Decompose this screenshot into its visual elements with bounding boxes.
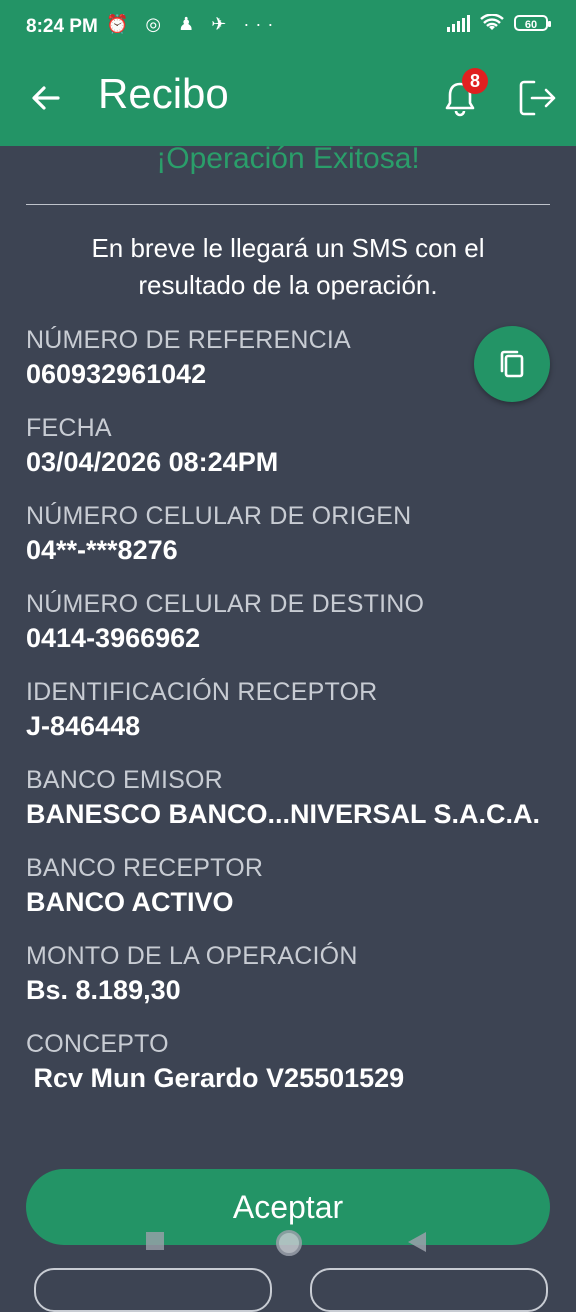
field-label: BANCO RECEPTOR (26, 854, 264, 882)
field-issuing-bank: BANCO EMISOR BANESCO BANCO...NIVERSAL S.… (26, 766, 556, 830)
back-icon[interactable] (26, 78, 66, 118)
field-value: 03/04/2026 08:24PM (26, 447, 279, 477)
recents-icon[interactable] (146, 1232, 164, 1250)
system-nav-bar (0, 1222, 576, 1262)
home-icon[interactable] (276, 1230, 302, 1256)
divider (26, 204, 550, 205)
field-label: NÚMERO CELULAR DE ORIGEN (26, 502, 412, 530)
field-destination-phone: NÚMERO CELULAR DE DESTINO 0414-3966962 (26, 590, 556, 654)
field-label: BANCO EMISOR (26, 766, 223, 794)
field-receiving-bank: BANCO RECEPTOR BANCO ACTIVO (26, 854, 556, 918)
sms-info-message: En breve le llegará un SMS con el result… (91, 233, 485, 300)
field-value: BANESCO BANCO...NIVERSAL S.A.C.A. (26, 799, 541, 829)
field-concept: CONCEPTO Rcv Mun Gerardo V25501529 (26, 1030, 556, 1094)
status-notification-icons: ⏰ ◎ ♟ ✈ ··· (106, 14, 280, 34)
bottom-option-left[interactable] (34, 1268, 272, 1312)
copy-button[interactable] (474, 326, 550, 402)
field-receiver-id: IDENTIFICACIÓN RECEPTOR J-846448 (26, 678, 556, 742)
field-value: 04**-***8276 (26, 535, 178, 565)
field-label: NÚMERO CELULAR DE DESTINO (26, 590, 425, 618)
field-value: Rcv Mun Gerardo V25501529 (26, 1063, 405, 1093)
page-title: Recibo (98, 70, 229, 117)
app-bar: Recibo 8 (0, 56, 576, 146)
copy-icon (500, 350, 524, 378)
field-value: Bs. 8.189,30 (26, 975, 181, 1005)
wifi-icon (480, 14, 504, 30)
battery-icon: 60 (514, 15, 551, 31)
field-value: 0414-3966962 (26, 623, 201, 653)
status-bar: 8:24 PM ⏰ ◎ ♟ ✈ ··· 60 (0, 0, 576, 56)
status-time: 8:24 PM (26, 16, 98, 37)
notification-badge: 8 (462, 68, 488, 94)
success-title: ¡Operación Exitosa! (156, 142, 420, 175)
status-system-icons: 60 (447, 14, 551, 32)
field-label: CONCEPTO (26, 1030, 169, 1058)
signal-icon (447, 14, 470, 32)
nav-back-icon[interactable] (408, 1232, 426, 1252)
field-date: FECHA 03/04/2026 08:24PM (26, 414, 556, 478)
field-amount: MONTO DE LA OPERACIÓN Bs. 8.189,30 (26, 942, 556, 1006)
field-label: IDENTIFICACIÓN RECEPTOR (26, 678, 378, 706)
field-label: FECHA (26, 414, 112, 442)
field-value: J-846448 (26, 711, 141, 741)
field-value: BANCO ACTIVO (26, 887, 234, 917)
bottom-option-right[interactable] (310, 1268, 548, 1312)
logout-icon[interactable] (516, 76, 560, 120)
field-label: MONTO DE LA OPERACIÓN (26, 942, 358, 970)
field-origin-phone: NÚMERO CELULAR DE ORIGEN 04**-***8276 (26, 502, 556, 566)
